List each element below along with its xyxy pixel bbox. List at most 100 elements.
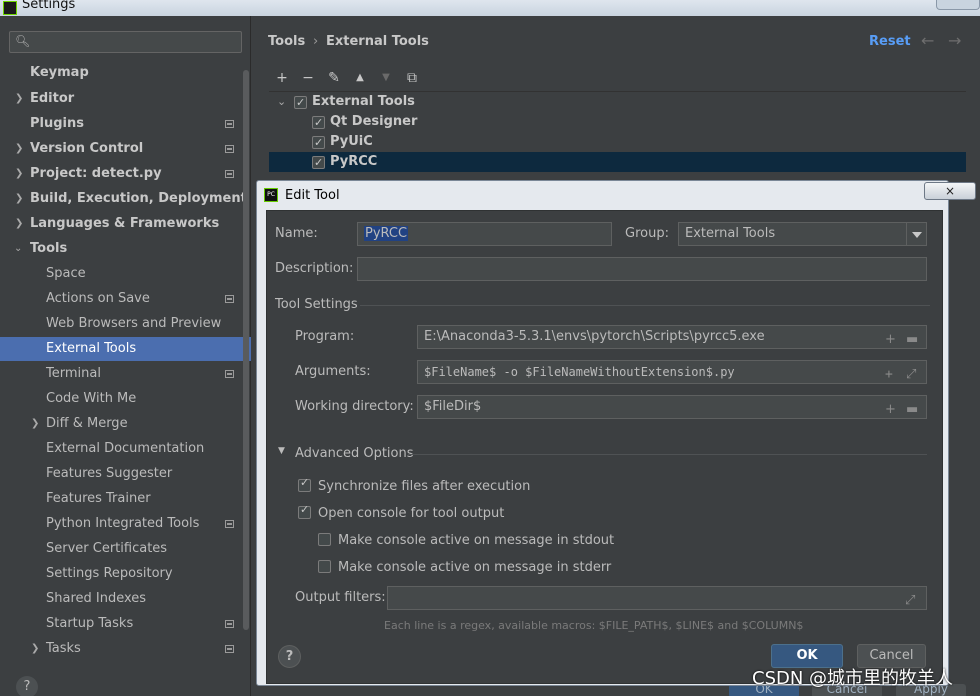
external-tools-tree: ⌄ External Tools Qt Designer PyUiC PyRCC — [269, 92, 966, 174]
group-select[interactable]: External Tools — [678, 222, 927, 246]
tree-item-qt-designer[interactable]: Qt Designer — [269, 112, 966, 133]
output-filters-label: Output filters: — [295, 590, 386, 605]
folder-icon[interactable]: ▬ — [906, 329, 918, 348]
remove-icon[interactable]: − — [299, 69, 317, 87]
insert-macro-icon[interactable]: + — [885, 364, 893, 383]
sidebar-item-features-trainer[interactable]: Features Trainer — [0, 487, 242, 511]
triangle-down-icon[interactable]: ▼ — [278, 446, 285, 456]
chevron-right-icon: ❯ — [15, 168, 24, 179]
tool-settings-heading: Tool Settings — [275, 297, 358, 312]
stdout-checkbox[interactable] — [318, 533, 331, 546]
add-icon[interactable]: + — [273, 69, 291, 87]
sidebar-item-languages[interactable]: ❯ Languages & Frameworks — [0, 212, 242, 236]
sidebar-item-features-suggester[interactable]: Features Suggester — [0, 462, 242, 486]
project-level-icon — [225, 620, 234, 628]
sidebar-item-shared-indexes[interactable]: Shared Indexes — [0, 587, 242, 611]
output-filters-input[interactable]: ⤢ — [387, 586, 927, 610]
stdout-label: Make console active on message in stdout — [338, 533, 615, 548]
sidebar-item-settings-repository[interactable]: Settings Repository — [0, 562, 242, 586]
settings-search-input[interactable]: 🔍︎ — [9, 31, 242, 53]
back-arrow-icon[interactable]: ← — [921, 31, 934, 50]
close-button[interactable]: × — [924, 182, 976, 200]
window-controls[interactable] — [936, 0, 980, 10]
dialog-help-button[interactable]: ? — [278, 645, 301, 668]
sync-files-checkbox[interactable] — [298, 476, 311, 492]
project-level-icon — [225, 170, 234, 178]
sidebar-scrollbar[interactable] — [243, 70, 249, 630]
chevron-down-icon — [906, 223, 926, 245]
open-console-label: Open console for tool output — [318, 506, 505, 521]
sidebar-item-keymap[interactable]: Keymap — [0, 61, 242, 85]
sidebar-item-web-browsers[interactable]: Web Browsers and Preview — [0, 312, 242, 336]
sync-files-label: Synchronize files after execution — [318, 479, 531, 494]
description-label: Description: — [275, 261, 354, 276]
move-down-icon[interactable]: ▼ — [377, 69, 395, 87]
description-input[interactable] — [357, 257, 927, 281]
program-input[interactable]: E:\Anaconda3-5.3.1\envs\pytorch\Scripts\… — [417, 325, 927, 349]
stderr-checkbox[interactable] — [318, 560, 331, 573]
sidebar-item-terminal[interactable]: Terminal — [0, 362, 242, 386]
sidebar-item-plugins[interactable]: Plugins — [0, 112, 242, 136]
dialog-title-bar: PC Edit Tool — [257, 181, 948, 209]
forward-arrow-icon[interactable]: → — [948, 31, 961, 50]
breadcrumb-separator: › — [313, 34, 319, 49]
chevron-right-icon: ❯ — [15, 93, 24, 104]
sidebar-item-project[interactable]: ❯ Project: detect.py — [0, 162, 242, 186]
copy-icon[interactable]: ⧉ — [403, 69, 421, 87]
move-up-icon[interactable]: ▲ — [351, 69, 369, 87]
chevron-right-icon: ❯ — [31, 643, 40, 654]
insert-macro-icon[interactable]: + — [885, 329, 896, 348]
stderr-label: Make console active on message in stderr — [338, 560, 612, 575]
breadcrumb-tools: Tools — [268, 34, 306, 49]
sidebar-item-version-control[interactable]: ❯ Version Control — [0, 137, 242, 161]
window-title: Settings — [22, 0, 76, 12]
sidebar-item-external-tools[interactable]: External Tools — [0, 337, 251, 361]
page-title: External Tools — [326, 34, 429, 49]
insert-macro-icon[interactable]: + — [885, 399, 896, 418]
reset-link[interactable]: Reset — [869, 34, 911, 49]
sidebar-item-startup-tasks[interactable]: Startup Tasks — [0, 612, 242, 636]
sidebar-item-code-with-me[interactable]: Code With Me — [0, 387, 242, 411]
tool-checkbox[interactable] — [312, 113, 325, 133]
project-level-icon — [225, 520, 234, 528]
watermark: CSDN @城市里的牧羊人 — [752, 668, 954, 689]
sidebar-item-tools[interactable]: ⌄ Tools — [0, 237, 242, 261]
project-level-icon — [225, 120, 234, 128]
expand-icon[interactable]: ⤢ — [906, 364, 916, 383]
pycharm-app-icon — [3, 1, 17, 15]
chevron-right-icon: ❯ — [15, 218, 24, 229]
advanced-options-toggle[interactable]: Advanced Options — [295, 446, 414, 461]
sidebar-item-python-integrated-tools[interactable]: Python Integrated Tools — [0, 512, 242, 536]
sidebar-item-external-documentation[interactable]: External Documentation — [0, 437, 242, 461]
sidebar-item-editor[interactable]: ❯ Editor — [0, 87, 242, 111]
sidebar-item-tasks[interactable]: ❯ Tasks — [0, 637, 242, 661]
sidebar-item-diff-merge[interactable]: ❯ Diff & Merge — [0, 412, 242, 436]
chevron-down-icon: ⌄ — [14, 243, 23, 254]
external-tools-toolbar: + − ✎ ▲ ▼ ⧉ — [269, 66, 966, 92]
help-button[interactable]: ? — [16, 676, 38, 696]
sidebar-item-space[interactable]: Space — [0, 262, 242, 286]
chevron-right-icon: ❯ — [31, 418, 40, 429]
sidebar-item-server-certificates[interactable]: Server Certificates — [0, 537, 242, 561]
tool-checkbox[interactable] — [312, 133, 325, 153]
window-title-bar: Settings — [0, 0, 980, 16]
chevron-down-icon: ⌄ — [277, 95, 287, 108]
working-directory-label: Working directory: — [295, 399, 414, 414]
open-console-checkbox[interactable] — [298, 503, 311, 519]
edit-icon[interactable]: ✎ — [325, 69, 343, 87]
group-checkbox[interactable] — [294, 93, 307, 113]
tree-group-external-tools[interactable]: ⌄ External Tools — [269, 92, 966, 113]
chevron-right-icon: ❯ — [15, 193, 24, 204]
name-label: Name: — [275, 226, 318, 241]
project-level-icon — [225, 145, 234, 153]
arguments-input[interactable]: $FileName$ -o $FileNameWithoutExtension$… — [417, 360, 927, 384]
tree-item-pyuic[interactable]: PyUiC — [269, 132, 966, 153]
tool-checkbox[interactable] — [312, 153, 325, 173]
name-input[interactable]: PyRCC — [357, 222, 612, 246]
working-directory-input[interactable]: $FileDir$ + ▬ — [417, 395, 927, 419]
folder-icon[interactable]: ▬ — [906, 399, 918, 418]
sidebar-item-actions-on-save[interactable]: Actions on Save — [0, 287, 242, 311]
sidebar-item-build[interactable]: ❯ Build, Execution, Deployment — [0, 187, 247, 211]
tree-item-pyrcc[interactable]: PyRCC — [269, 152, 966, 173]
expand-icon[interactable]: ⤢ — [905, 590, 915, 609]
